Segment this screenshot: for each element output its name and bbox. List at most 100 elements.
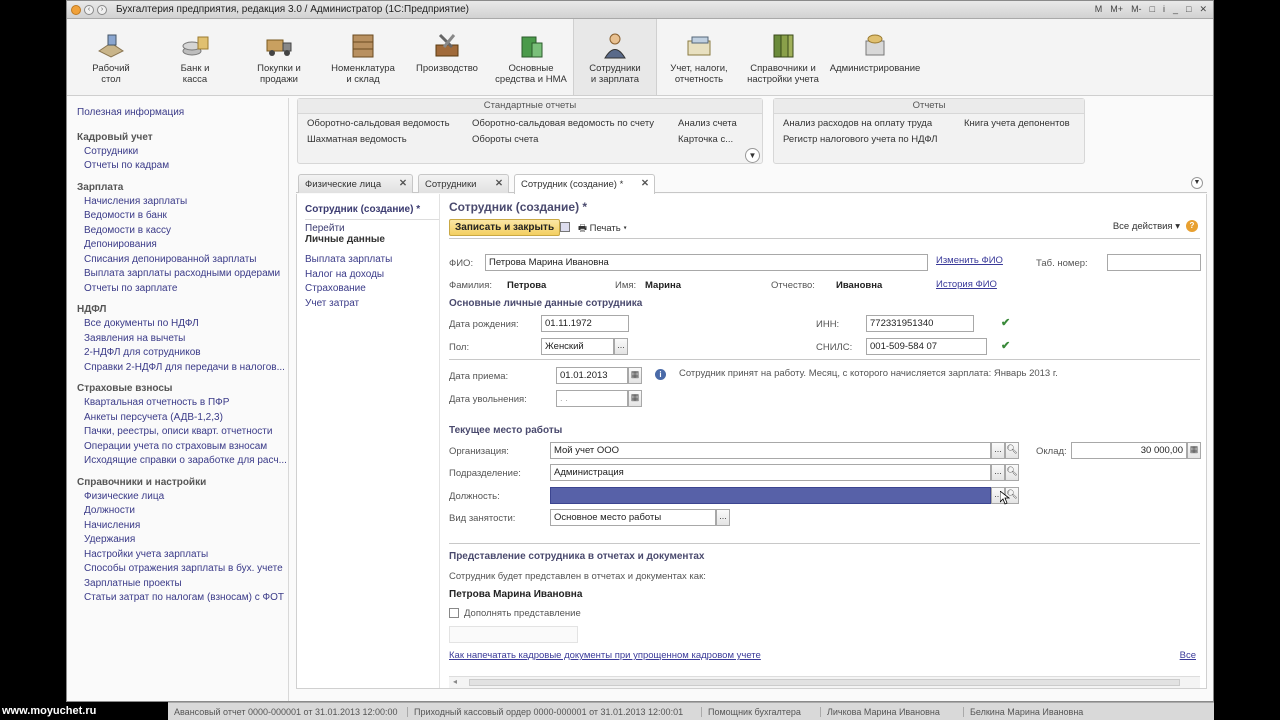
nav-costs[interactable]: Учет затрат: [305, 297, 439, 312]
dept-open-icon[interactable]: 🔍︎: [1005, 464, 1019, 481]
hire-date-field[interactable]: 01.01.2013: [556, 367, 628, 384]
employment-select-button[interactable]: ...: [716, 509, 730, 526]
all-link[interactable]: Все: [1180, 650, 1196, 661]
section-books[interactable]: Справочники и настройки учета: [741, 19, 825, 95]
sidebar-item-adv[interactable]: Анкеты персучета (АДВ-1,2,3): [77, 411, 288, 426]
help-icon[interactable]: ?: [1186, 220, 1198, 232]
section-desk[interactable]: Рабочий стол: [69, 19, 153, 95]
nav-insurance[interactable]: Страхование: [305, 282, 439, 297]
sidebar-item-2ndfl-tax[interactable]: Справки 2-НДФЛ для передачи в налогов...: [77, 361, 288, 376]
close-icon[interactable]: ✕: [1197, 4, 1209, 15]
dept-select-button[interactable]: ...: [991, 464, 1005, 481]
forward-icon[interactable]: ›: [97, 4, 107, 15]
scroll-left-icon[interactable]: ◂: [453, 677, 457, 686]
sidebar-item-payroll[interactable]: Начисления зарплаты: [77, 195, 288, 210]
save-close-button[interactable]: Записать и закрыть: [449, 219, 561, 236]
report-chess[interactable]: Шахматная ведомость: [307, 134, 407, 145]
sidebar-item-salary-posting[interactable]: Способы отражения зарплаты в бух. учете: [77, 562, 288, 577]
status-item-assistant[interactable]: Помощник бухгалтера: [702, 706, 821, 717]
extend-repr-checkbox[interactable]: [449, 608, 459, 618]
sidebar-item-salary-projects[interactable]: Зарплатные проекты: [77, 577, 288, 592]
nav-salary-payment[interactable]: Выплата зарплаты: [305, 253, 439, 268]
scrollbar-thumb[interactable]: [469, 679, 1180, 686]
fire-date-field[interactable]: . .: [556, 390, 628, 407]
horizontal-scrollbar[interactable]: ◂: [449, 676, 1200, 688]
report-account-analysis[interactable]: Анализ счета: [678, 118, 737, 129]
snils-field[interactable]: 001-509-584 07: [866, 338, 987, 355]
close-tab-icon[interactable]: ✕: [641, 178, 649, 189]
tool-window[interactable]: □: [1148, 4, 1157, 15]
close-tab-icon[interactable]: ✕: [399, 178, 407, 189]
sidebar-item-positions[interactable]: Должности: [77, 504, 288, 519]
sidebar-item-insurance-ops[interactable]: Операции учета по страховым взносам: [77, 440, 288, 455]
section-employees[interactable]: Сотрудники и зарплата: [573, 19, 657, 95]
report-depositors-book[interactable]: Книга учета депонентов: [964, 118, 1070, 129]
sidebar-item-hr-reports[interactable]: Отчеты по кадрам: [77, 159, 288, 174]
department-field[interactable]: Администрация: [550, 464, 991, 481]
back-icon[interactable]: ‹: [84, 4, 94, 15]
org-select-button[interactable]: ...: [991, 442, 1005, 459]
sidebar-item-cash-statements[interactable]: Ведомости в кассу: [77, 224, 288, 239]
report-ndfl-register[interactable]: Регистр налогового учета по НДФЛ: [783, 134, 938, 145]
print-docs-link[interactable]: Как напечатать кадровые документы при уп…: [449, 650, 761, 661]
sidebar-item-withholdings[interactable]: Удержания: [77, 533, 288, 548]
all-actions-button[interactable]: Все действия ▾: [1113, 221, 1180, 232]
sidebar-item-ndfl-docs[interactable]: Все документы по НДФЛ: [77, 317, 288, 332]
report-account-card[interactable]: Карточка с...: [678, 134, 733, 145]
sidebar-item-bank-statements[interactable]: Ведомости в банк: [77, 209, 288, 224]
tab-number-field[interactable]: [1107, 254, 1201, 271]
inn-field[interactable]: 772331951340: [866, 315, 974, 332]
change-fio-link[interactable]: Изменить ФИО: [936, 255, 1003, 266]
status-item-cash-order[interactable]: Приходный кассовый ордер 0000-000001 от …: [408, 706, 702, 717]
section-bank[interactable]: Банк и касса: [153, 19, 237, 95]
maximize-icon[interactable]: □: [1184, 4, 1193, 15]
sidebar-item-pfr-reports[interactable]: Квартальная отчетность в ПФР: [77, 396, 288, 411]
sidebar-item-packs[interactable]: Пачки, реестры, описи кварт. отчетности: [77, 425, 288, 440]
tool-info[interactable]: i: [1161, 4, 1167, 15]
fio-history-link[interactable]: История ФИО: [936, 279, 997, 290]
sidebar-item-deposits[interactable]: Депонирования: [77, 238, 288, 253]
sidebar-item-accruals[interactable]: Начисления: [77, 519, 288, 534]
sidebar-item-salary-reports[interactable]: Отчеты по зарплате: [77, 282, 288, 297]
expand-reports-icon[interactable]: ▼: [745, 148, 760, 163]
tab-persons[interactable]: Физические лица ✕: [298, 174, 413, 193]
section-taxes[interactable]: Учет, налоги, отчетность: [657, 19, 741, 95]
minimize-icon[interactable]: _: [1171, 4, 1180, 15]
sidebar-item-persons[interactable]: Физические лица: [77, 490, 288, 505]
section-assets[interactable]: Основные средства и НМА: [489, 19, 573, 95]
print-button[interactable]: 🖶 Печать ▾: [578, 221, 627, 237]
birth-date-field[interactable]: 01.11.1972: [541, 315, 629, 332]
gender-field[interactable]: Женский: [541, 338, 614, 355]
status-item-belkina[interactable]: Белкина Марина Ивановна: [964, 707, 1112, 717]
sidebar-item-deposit-writeoffs[interactable]: Списания депонированной зарплаты: [77, 253, 288, 268]
calculator-icon[interactable]: ▦: [1187, 442, 1201, 459]
status-item-lichkova[interactable]: Личкова Марина Ивановна: [821, 706, 964, 717]
app-menu-icon[interactable]: [71, 4, 81, 15]
tab-employee-create[interactable]: Сотрудник (создание) * ✕: [514, 174, 655, 194]
section-production[interactable]: Производство: [405, 19, 489, 95]
tabs-menu-icon[interactable]: ▼: [1191, 177, 1203, 189]
tab-employees[interactable]: Сотрудники ✕: [418, 174, 509, 193]
save-icon[interactable]: [560, 222, 570, 232]
sidebar-item-outgoing-certs[interactable]: Исходящие справки о заработке для расч..…: [77, 454, 288, 469]
sidebar-item-salary-settings[interactable]: Настройки учета зарплаты: [77, 548, 288, 563]
nav-personal-data[interactable]: Личные данные: [305, 234, 439, 245]
sidebar-info-link[interactable]: Полезная информация: [77, 106, 288, 121]
section-warehouse[interactable]: Номенклатура и склад: [321, 19, 405, 95]
report-labor-costs[interactable]: Анализ расходов на оплату труда: [783, 118, 932, 129]
calendar-icon[interactable]: ▦: [628, 390, 642, 407]
tool-m[interactable]: M: [1093, 4, 1105, 15]
organization-field[interactable]: Мой учет ООО: [550, 442, 991, 459]
report-osv[interactable]: Оборотно-сальдовая ведомость: [307, 118, 450, 129]
section-admin[interactable]: Администрирование: [825, 19, 925, 95]
report-turnover[interactable]: Обороты счета: [472, 134, 538, 145]
sidebar-item-2ndfl-employees[interactable]: 2-НДФЛ для сотрудников: [77, 346, 288, 361]
tool-m-plus[interactable]: M+: [1108, 4, 1125, 15]
gender-select-button[interactable]: ...: [614, 338, 628, 355]
report-osv-account[interactable]: Оборотно-сальдовая ведомость по счету: [472, 118, 654, 129]
fio-field[interactable]: Петрова Марина Ивановна: [485, 254, 928, 271]
status-item-advance-report[interactable]: Авансовый отчет 0000-000001 от 31.01.201…: [168, 706, 408, 717]
employment-field[interactable]: Основное место работы: [550, 509, 716, 526]
nav-income-tax[interactable]: Налог на доходы: [305, 268, 439, 283]
sidebar-item-employees[interactable]: Сотрудники: [77, 145, 288, 160]
